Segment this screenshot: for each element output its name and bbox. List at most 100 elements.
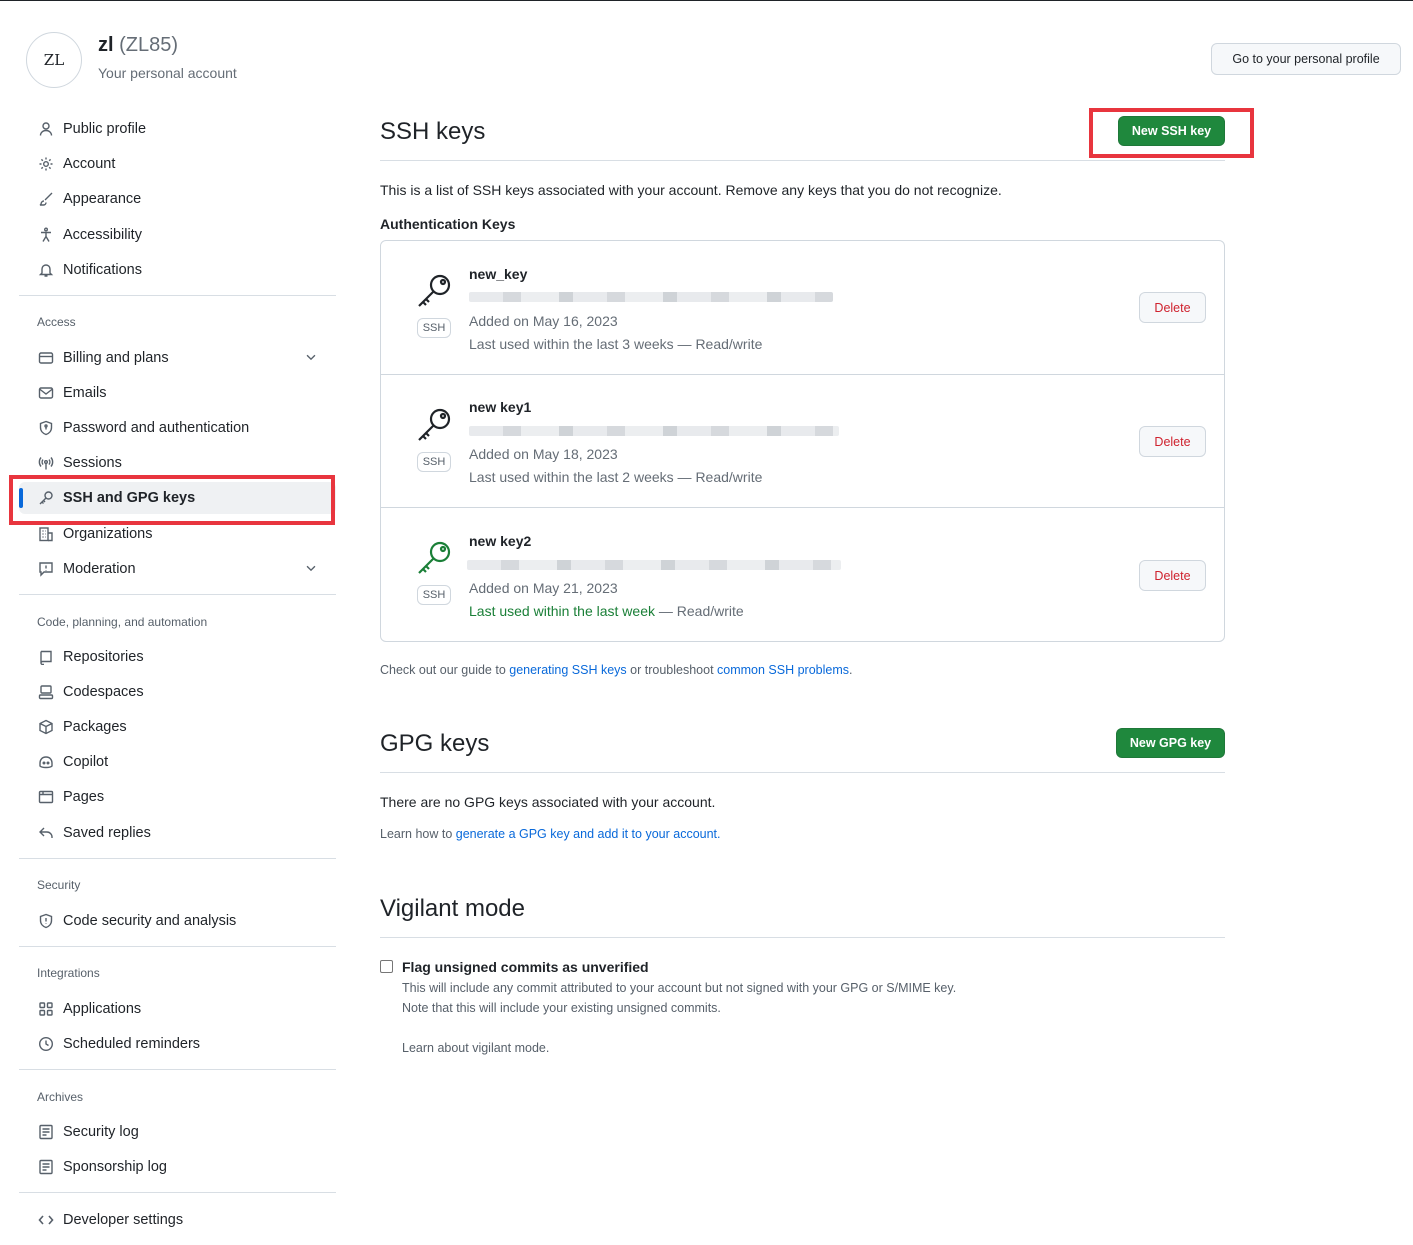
sidebar-item-emails[interactable]: Emails [19,377,336,409]
sidebar-item-saved-replies[interactable]: Saved replies [19,817,336,849]
guide-prefix: Check out our guide to [380,663,510,677]
log-icon [37,1158,55,1176]
sidebar-item-security-log[interactable]: Security log [19,1116,336,1148]
flag-unsigned-commits-label[interactable]: Flag unsigned commits as unverified [402,959,649,975]
sidebar-item-repositories[interactable]: Repositories [19,641,336,673]
key-last-used-period: Last used within the last 3 weeks [469,336,674,352]
sidebar-item-label: Scheduled reminders [63,1036,201,1052]
sidebar-item-label: Saved replies [63,825,151,841]
key-access-level: — Read/write [673,336,763,352]
copilot-icon [37,753,55,771]
ssh-key-row: SSH new_key Added on May 16, 2023 Last u… [381,241,1224,374]
sidebar-item-pages[interactable]: Pages [19,781,336,813]
sidebar-divider [19,858,336,859]
section-divider [380,772,1225,773]
chevron-down-icon[interactable] [304,350,318,368]
key-added-date: Added on May 18, 2023 [469,446,618,462]
sidebar-item-label: Sponsorship log [63,1159,167,1175]
sidebar-item-packages[interactable]: Packages [19,711,336,743]
generate-gpg-key-link[interactable]: generate a GPG key and add it to your ac… [456,827,717,841]
sidebar-item-label: Billing and plans [63,350,169,366]
sidebar-item-codespaces[interactable]: Codespaces [19,676,336,708]
sidebar-item-accessibility[interactable]: Accessibility [19,219,336,251]
sidebar-item-label: Pages [63,789,105,805]
key-icon [418,408,451,441]
sidebar-item-developer-settings[interactable]: Developer settings [19,1204,336,1236]
sidebar-item-copilot[interactable]: Copilot [19,746,336,778]
apps-icon [37,1000,55,1018]
sidebar-item-account[interactable]: Account [19,148,336,180]
generating-ssh-keys-link[interactable]: generating SSH keys [509,663,626,677]
package-icon [37,718,55,736]
key-icon-recently-used [418,541,451,574]
common-ssh-problems-link[interactable]: common SSH problems [717,663,849,677]
sidebar-item-label: Organizations [63,526,153,542]
browser-icon [37,788,55,806]
ssh-key-row: SSH new key1 Added on May 18, 2023 Last … [381,374,1224,507]
sidebar-heading-access: Access [37,315,76,329]
account-display-name: zl [98,34,114,56]
sidebar-item-billing[interactable]: Billing and plans [19,342,336,374]
guide-middle: or troubleshoot [626,663,718,677]
ssh-keys-title: SSH keys [380,118,486,145]
key-last-used: Last used within the last 3 weeks — Read… [469,336,762,352]
gpg-empty-text: There are no GPG keys associated with yo… [380,794,716,810]
sidebar-item-scheduled-reminders[interactable]: Scheduled reminders [19,1028,336,1060]
repo-icon [37,648,55,666]
sidebar-item-label: Applications [63,1001,142,1017]
section-divider [380,160,1225,161]
delete-key-button[interactable]: Delete [1139,426,1206,457]
chevron-down-icon[interactable] [304,561,318,579]
avatar[interactable]: ZL [26,32,82,88]
sidebar-divider [19,1192,336,1193]
sidebar-heading-security: Security [37,878,81,892]
shield-icon [37,912,55,930]
sidebar-item-notifications[interactable]: Notifications [19,254,336,286]
account-login: (ZL85) [119,34,179,56]
flag-unsigned-commits-checkbox[interactable] [380,960,393,973]
key-access-level: — Read/write [655,603,744,619]
new-gpg-key-button[interactable]: New GPG key [1116,728,1225,758]
sidebar-heading-archives: Archives [37,1090,84,1104]
key-fingerprint-redacted [467,560,841,570]
mail-icon [37,384,55,402]
sidebar-item-password-auth[interactable]: Password and authentication [19,412,336,444]
gpg-learn-prefix: Learn how to [380,827,456,841]
sidebar-item-label: Repositories [63,649,144,665]
ssh-guide-text: Check out our guide to generating SSH ke… [380,663,853,677]
report-icon [37,560,55,578]
gear-icon [37,155,55,173]
sidebar-item-label: Notifications [63,262,142,278]
key-name: new key2 [469,533,532,549]
sidebar-item-label: Account [63,156,116,172]
key-last-used: Last used within the last 2 weeks — Read… [469,469,762,485]
sidebar-item-applications[interactable]: Applications [19,993,336,1025]
account-name: zl (ZL85) [98,34,178,57]
gpg-learn-suffix: . [717,827,721,841]
sidebar-item-moderation[interactable]: Moderation [19,553,336,585]
sidebar-item-code-security[interactable]: Code security and analysis [19,905,336,937]
key-added-date: Added on May 16, 2023 [469,313,618,329]
delete-key-button[interactable]: Delete [1139,292,1206,323]
accessibility-icon [37,226,55,244]
sidebar-item-sponsorship-log[interactable]: Sponsorship log [19,1151,336,1183]
key-name: new_key [469,266,528,282]
gpg-keys-title: GPG keys [380,730,490,757]
sidebar-item-label: Emails [63,385,107,401]
vigilant-description-2: Note that this will include your existin… [402,1001,721,1015]
highlight-box-new-ssh-key [1089,108,1254,158]
sidebar-item-label: Appearance [63,191,142,207]
sidebar-item-organizations[interactable]: Organizations [19,518,336,550]
key-fingerprint-redacted [469,426,839,436]
key-access-level: — Read/write [673,469,763,485]
sidebar-item-label: Accessibility [63,227,142,243]
sidebar-item-public-profile[interactable]: Public profile [19,113,336,145]
sidebar-divider [19,946,336,947]
key-icon [418,274,451,307]
go-to-profile-button[interactable]: Go to your personal profile [1211,43,1401,75]
delete-key-button[interactable]: Delete [1139,560,1206,591]
person-icon [37,120,55,138]
sidebar-divider [19,295,336,296]
learn-vigilant-mode-link[interactable]: Learn about vigilant mode. [402,1041,549,1055]
sidebar-item-appearance[interactable]: Appearance [19,183,336,215]
